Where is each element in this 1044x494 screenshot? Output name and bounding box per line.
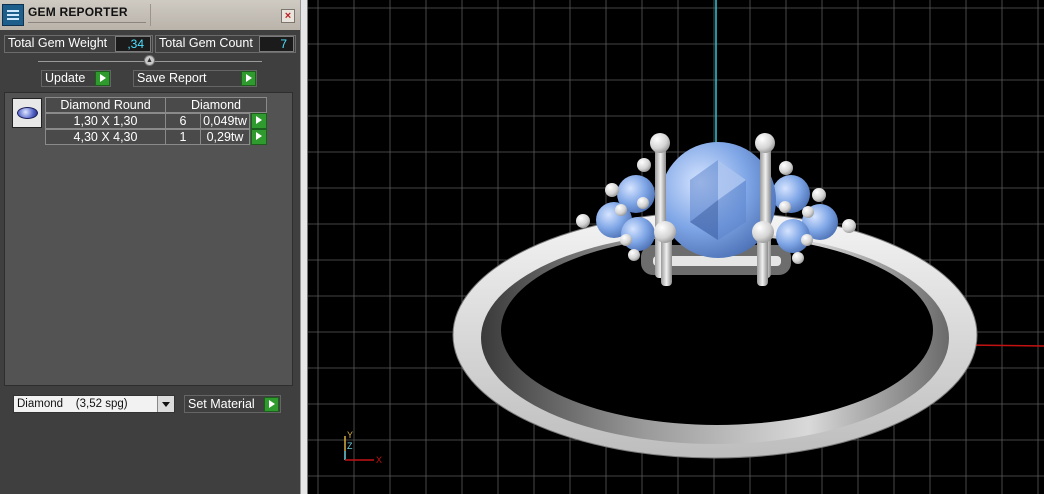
save-report-button[interactable]: Save Report	[133, 70, 257, 87]
gizmo-x-label: X	[376, 455, 382, 465]
total-gem-weight-value: ,34	[115, 36, 151, 52]
material-select[interactable]: Diamond (3,52 spg)	[13, 395, 175, 413]
gem-thumbnail-icon[interactable]	[12, 98, 42, 128]
3d-viewport[interactable]: Y Z X	[308, 0, 1044, 494]
gem-reporter-panel: GEM REPORTER × Total Gem Weight ,34 Tota…	[0, 0, 300, 494]
panel-splitter[interactable]	[300, 0, 308, 494]
gem-reporter-app-icon	[2, 4, 24, 26]
header-gem-material: Diamond	[165, 97, 267, 113]
total-gem-count-value: 7	[259, 36, 294, 52]
chevron-down-icon[interactable]	[157, 396, 174, 412]
panel-titlebar[interactable]: GEM REPORTER ×	[0, 0, 300, 30]
viewport-scene: Y Z X	[308, 0, 1044, 494]
gem-row-2-count: 1	[165, 129, 201, 145]
gizmo-y-label: Y	[347, 430, 353, 440]
gem-row-2-weight: 0,29tw	[200, 129, 250, 145]
set-material-button-label: Set Material	[188, 397, 255, 411]
gem-row-1-weight: 0,049tw	[200, 113, 250, 129]
header-gem-shape: Diamond Round	[45, 97, 166, 113]
set-material-play-icon[interactable]	[264, 397, 279, 412]
axis-gizmo-icon: Y Z X	[344, 430, 382, 465]
gem-row-2-select-icon[interactable]	[251, 129, 267, 145]
panel-title: GEM REPORTER	[28, 5, 128, 19]
gem-row-1-select-icon[interactable]	[251, 113, 267, 129]
gem-row-2-size: 4,30 X 4,30	[45, 129, 166, 145]
save-report-button-label: Save Report	[137, 71, 207, 85]
update-button-label: Update	[45, 71, 86, 85]
update-play-icon[interactable]	[95, 71, 110, 86]
collapse-handle-icon[interactable]: ▲	[144, 55, 155, 66]
gem-row-1-count: 6	[165, 113, 201, 129]
close-button[interactable]: ×	[281, 9, 295, 23]
total-gem-weight-label: Total Gem Weight	[8, 36, 108, 50]
gizmo-z-label: Z	[347, 441, 353, 451]
gem-row-1-size: 1,30 X 1,30	[45, 113, 166, 129]
save-report-play-icon[interactable]	[241, 71, 256, 86]
total-gem-count-label: Total Gem Count	[159, 36, 253, 50]
